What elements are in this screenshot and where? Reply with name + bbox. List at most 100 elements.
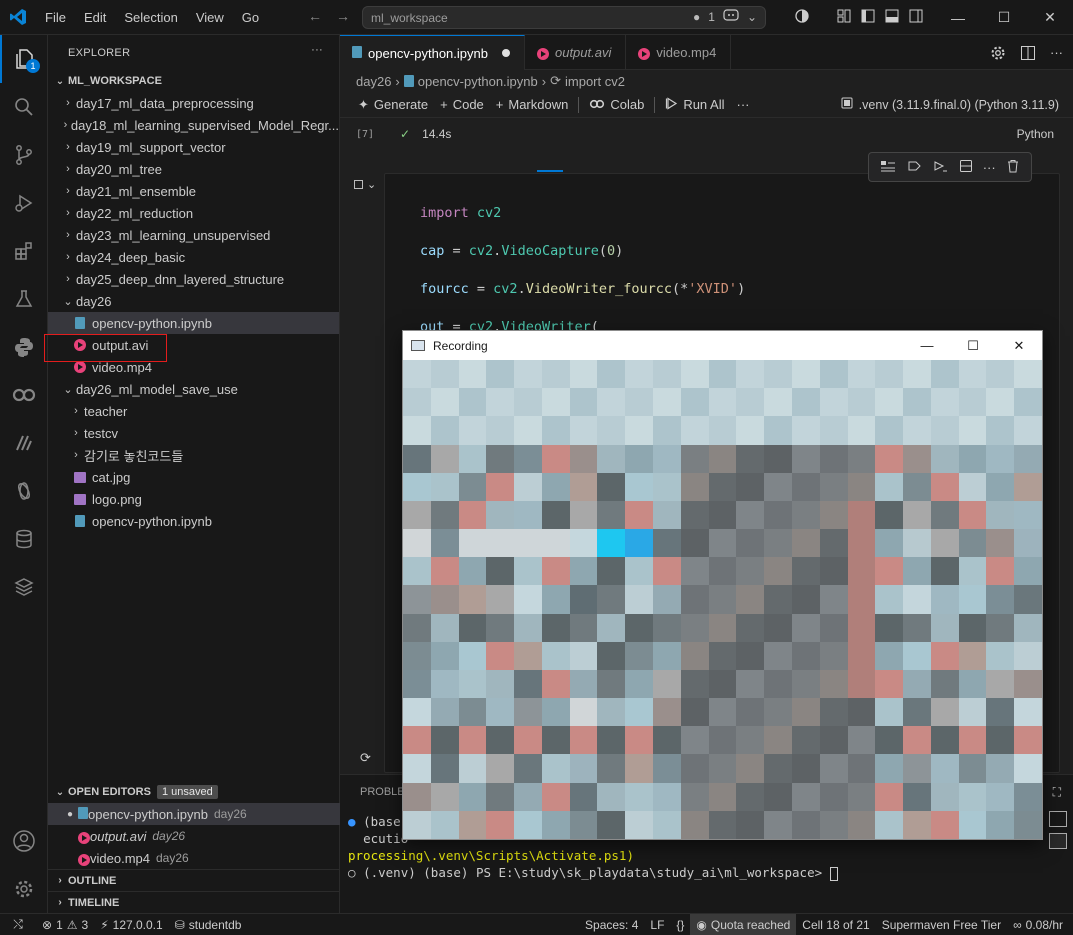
execute-above-icon[interactable]	[906, 159, 922, 176]
database-icon[interactable]	[0, 515, 48, 563]
more-actions-icon[interactable]: ···	[1050, 45, 1063, 64]
close-icon[interactable]: ✕	[996, 331, 1042, 360]
open-editor-item[interactable]: output.avi day26	[48, 825, 340, 847]
copilot-status-icon[interactable]	[795, 9, 809, 26]
account-icon[interactable]	[0, 817, 48, 865]
menu-file[interactable]: File	[36, 10, 75, 25]
toggle-panel-icon[interactable]	[885, 9, 899, 26]
layers-icon[interactable]	[0, 563, 48, 611]
explorer-icon[interactable]: 1	[0, 35, 48, 83]
recording-window[interactable]: Recording — ☐ ✕	[402, 330, 1043, 840]
tree-file[interactable]: opencv-python.ipynb	[48, 510, 339, 532]
recording-titlebar[interactable]: Recording — ☐ ✕	[403, 331, 1042, 360]
tree-folder[interactable]: ⌄ day26_ml_model_save_use	[48, 378, 339, 400]
extensions-icon[interactable]	[0, 227, 48, 275]
split-editor-icon[interactable]	[1020, 45, 1036, 64]
copilot-icon[interactable]	[723, 9, 739, 24]
menu-view[interactable]: View	[187, 10, 233, 25]
toggle-secondary-sidebar-icon[interactable]	[909, 9, 923, 26]
menu-edit[interactable]: Edit	[75, 10, 115, 25]
editor-tab[interactable]: video.mp4	[626, 35, 732, 70]
indentation-status[interactable]: Spaces: 4	[579, 918, 644, 932]
split-cell-icon[interactable]	[959, 159, 973, 176]
source-control-icon[interactable]	[0, 131, 48, 179]
tree-folder[interactable]: › day25_deep_dnn_layered_structure	[48, 268, 339, 290]
workspace-section-header[interactable]: ⌄ ML_WORKSPACE	[48, 70, 339, 92]
breadcrumb-folder[interactable]: day26	[356, 74, 391, 89]
editor-tab[interactable]: opencv-python.ipynb	[340, 35, 525, 70]
cell-position-status[interactable]: Cell 18 of 21	[796, 918, 875, 932]
tree-file[interactable]: cat.jpg	[48, 466, 339, 488]
run-by-line-icon[interactable]	[880, 159, 896, 176]
chevron-down-icon[interactable]: ⌄	[367, 178, 376, 191]
command-center-search[interactable]: ml_workspace ● 1 ⌄	[362, 6, 766, 29]
maximize-panel-icon[interactable]: ⛶	[1053, 785, 1061, 800]
open-editors-header[interactable]: ⌄ OPEN EDITORS 1 unsaved	[48, 781, 340, 803]
testing-flask-icon[interactable]	[0, 275, 48, 323]
add-markdown-button[interactable]: + Markdown	[490, 97, 575, 112]
copilot-chat-icon[interactable]	[0, 467, 48, 515]
layout-customize-icon[interactable]	[837, 9, 851, 26]
db-status[interactable]: ⛁ studentdb	[169, 918, 248, 932]
close-icon[interactable]: ✕	[1027, 0, 1073, 35]
search-icon[interactable]	[0, 83, 48, 131]
tree-folder[interactable]: › day17_ml_data_preprocessing	[48, 92, 339, 114]
host-status[interactable]: ⚡ 127.0.0.1	[94, 918, 168, 932]
rate-status[interactable]: ∞ 0.08/hr	[1007, 918, 1069, 932]
tree-folder[interactable]: › day19_ml_support_vector	[48, 136, 339, 158]
more-actions-icon[interactable]: ···	[731, 97, 756, 112]
cell-language[interactable]: Python	[1017, 127, 1054, 141]
quota-status[interactable]: ◉ Quota reached	[690, 914, 797, 935]
terminal-instance-icon[interactable]	[1049, 833, 1067, 849]
remote-indicator-icon[interactable]: ⤭	[0, 914, 36, 935]
supermaven-status[interactable]: Supermaven Free Tier	[876, 918, 1007, 932]
kernel-picker[interactable]: .venv (3.11.9.final.0) (Python 3.11.9)	[841, 97, 1059, 112]
colab-button[interactable]: Colab	[583, 97, 650, 112]
open-editor-item[interactable]: ● opencv-python.ipynb day26	[48, 803, 340, 825]
tree-folder[interactable]: › day22_ml_reduction	[48, 202, 339, 224]
tree-folder[interactable]: › testcv	[48, 422, 339, 444]
tree-file[interactable]: logo.png	[48, 488, 339, 510]
editor-tab[interactable]: output.avi	[525, 35, 627, 70]
terminal-instance-icon[interactable]	[1049, 811, 1067, 827]
run-debug-icon[interactable]	[0, 179, 48, 227]
forward-arrow-icon[interactable]: →	[336, 8, 350, 24]
execute-below-icon[interactable]	[932, 159, 948, 176]
unsaved-dot-icon[interactable]	[501, 49, 510, 57]
tree-folder[interactable]: › day20_ml_tree	[48, 158, 339, 180]
breadcrumb-file[interactable]: opencv-python.ipynb	[418, 74, 538, 89]
more-actions-icon[interactable]: ···	[983, 160, 996, 175]
tree-folder[interactable]: › day18_ml_learning_supervised_Model_Regr…	[48, 114, 339, 136]
unsaved-dot-icon[interactable]: ●	[62, 809, 78, 820]
menu-selection[interactable]: Selection	[115, 10, 186, 25]
cell-run-checkbox[interactable]	[354, 180, 363, 189]
minimize-icon[interactable]: —	[904, 331, 950, 360]
tree-file[interactable]: opencv-python.ipynb	[48, 312, 339, 334]
language-braces-status[interactable]: {}	[670, 918, 690, 932]
tree-folder[interactable]: › day21_ml_ensemble	[48, 180, 339, 202]
maximize-icon[interactable]: ☐	[950, 331, 996, 360]
python-icon[interactable]	[0, 323, 48, 371]
generate-button[interactable]: ✦ Generate	[352, 97, 434, 113]
problems-status[interactable]: ⊗ 1 ⚠ 3	[36, 918, 94, 932]
menu-go[interactable]: Go	[233, 10, 268, 25]
timeline-header[interactable]: › TIMELINE	[48, 891, 340, 913]
settings-gear-icon[interactable]	[0, 865, 48, 913]
sync-icon[interactable]: ⟳	[360, 750, 371, 766]
tree-folder[interactable]: › teacher	[48, 400, 339, 422]
chevron-down-icon[interactable]: ⌄	[747, 10, 757, 24]
colab-icon[interactable]	[0, 371, 48, 419]
maximize-icon[interactable]: ☐	[981, 0, 1027, 35]
breadcrumb-symbol[interactable]: import cv2	[565, 74, 625, 89]
back-arrow-icon[interactable]: ←	[308, 8, 322, 24]
outline-header[interactable]: › OUTLINE	[48, 869, 340, 891]
open-editor-item[interactable]: video.mp4 day26	[48, 847, 340, 869]
tree-folder[interactable]: › day24_deep_basic	[48, 246, 339, 268]
tree-folder[interactable]: › day23_ml_learning_unsupervised	[48, 224, 339, 246]
delete-trash-icon[interactable]	[1006, 159, 1020, 176]
toggle-sidebar-icon[interactable]	[861, 9, 875, 26]
notebook-settings-gear-icon[interactable]	[990, 45, 1006, 64]
tree-folder[interactable]: › 감기로 놓친코드들	[48, 444, 339, 466]
more-actions-icon[interactable]: ···	[311, 44, 323, 56]
minimize-icon[interactable]: —	[935, 0, 981, 35]
